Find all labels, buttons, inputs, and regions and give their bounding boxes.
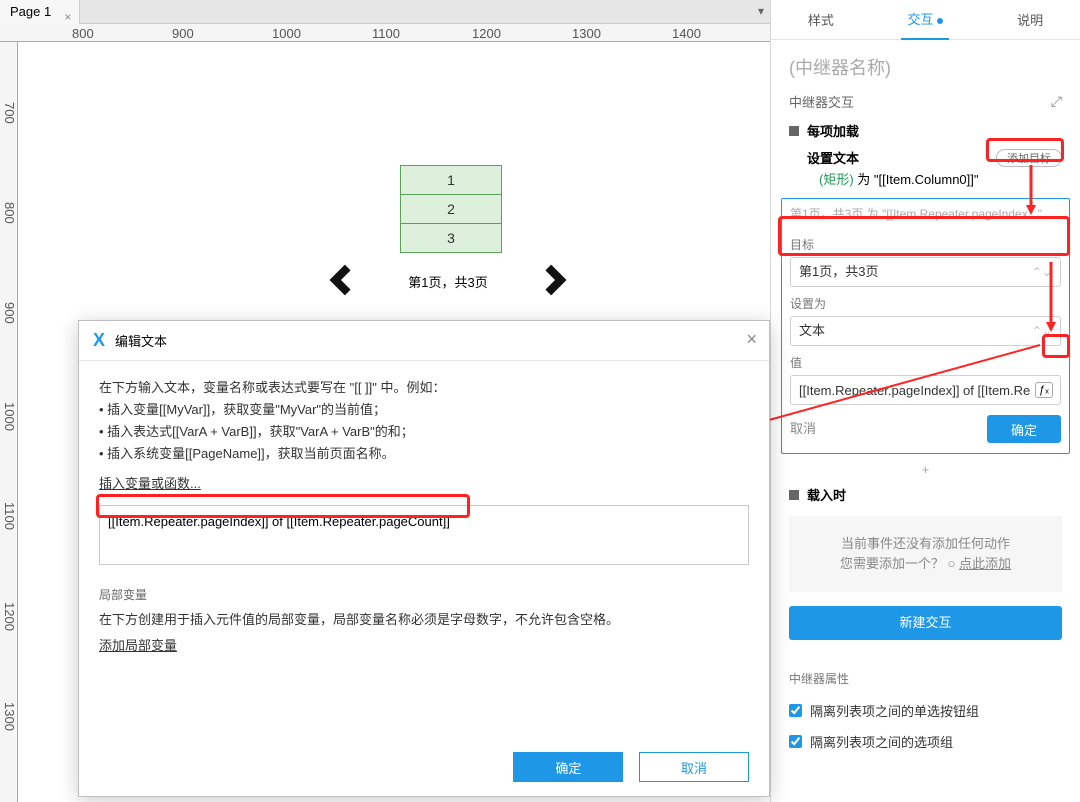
dialog-footer: 确定 取消	[513, 752, 749, 782]
localvar-title: 局部变量	[99, 586, 749, 603]
repeater-cell[interactable]: 2	[400, 194, 502, 224]
setto-select[interactable]: 文本 ⌃⌄	[790, 316, 1061, 346]
pager-row: 第1页，共3页	[318, 257, 578, 306]
section-title: 中继器交互	[789, 92, 854, 111]
tab-interaction-label: 交互	[907, 12, 933, 27]
ok-button[interactable]: 确定	[987, 415, 1061, 443]
label-target: 目标	[790, 236, 1061, 253]
ruler-tick: 1000	[272, 26, 301, 41]
action-edit-footer: 取消 确定	[790, 415, 1061, 443]
ruler-tick: 800	[72, 26, 94, 41]
dialog-titlebar[interactable]: X 编辑文本 ×	[79, 321, 769, 361]
value-input[interactable]	[790, 375, 1061, 405]
document-tabbar: Page 1 × ▾	[0, 0, 770, 24]
ruler-tick: 1400	[672, 26, 701, 41]
ruler-tick: 1100	[372, 26, 400, 41]
target-value: 第1页，共3页	[799, 258, 878, 286]
shape-keyword: (矩形)	[819, 172, 854, 187]
tab-notes[interactable]: 说明	[1011, 0, 1049, 39]
chk-label: 隔离列表项之间的选项组	[810, 732, 953, 751]
ruler-tick: 800	[2, 202, 17, 224]
checkbox[interactable]	[789, 704, 802, 717]
ruler-tick: 700	[2, 102, 17, 124]
action-desc: (矩形) 为 "[[Item.Column0]]"	[771, 169, 1080, 192]
add-action-link[interactable]: 点此添加	[959, 556, 1011, 571]
chk-isolate-radio[interactable]: 隔离列表项之间的单选按钮组	[771, 695, 1080, 726]
chk-isolate-selection[interactable]: 隔离列表项之间的选项组	[771, 726, 1080, 757]
repeater-attr-header: 中继器属性	[771, 652, 1080, 695]
axure-logo-icon: X	[93, 330, 105, 351]
arrow-left-icon[interactable]	[318, 257, 364, 306]
tab-page-1[interactable]: Page 1 ×	[0, 0, 80, 24]
tab-style[interactable]: 样式	[802, 0, 840, 39]
chk-label: 隔离列表项之间的单选按钮组	[810, 701, 979, 720]
fx-button[interactable]: ƒₓ	[1035, 382, 1053, 398]
close-icon[interactable]: ×	[746, 329, 757, 350]
add-action-plus[interactable]: +	[771, 462, 1080, 477]
expression-textarea[interactable]	[99, 505, 749, 565]
page-caption[interactable]: 第1页，共3页	[408, 272, 487, 291]
arrow-right-icon[interactable]	[532, 257, 578, 306]
dialog-intro: 在下方输入文本，变量名称或表达式要写在 "[[ ]]" 中。例如：	[99, 377, 749, 399]
ruler-tick: 1100	[2, 502, 17, 530]
cancel-link[interactable]: 取消	[790, 415, 816, 443]
no-action-line1: 当前事件还没有添加任何动作	[799, 534, 1052, 554]
action-summary-grey: 第1页，共3页 为 "[[Item.Repeater.pageIndex..."	[790, 205, 1061, 228]
event-bullet-icon	[789, 490, 799, 500]
tab-interaction[interactable]: 交互	[901, 0, 949, 40]
event-item-load[interactable]: 每项加载	[771, 117, 1080, 144]
dialog-bullet: • 插入系统变量[[PageName]]，获取当前页面名称。	[99, 443, 749, 465]
ruler-tick: 1200	[2, 602, 17, 631]
action-edit-panel: 第1页，共3页 为 "[[Item.Repeater.pageIndex..."…	[781, 198, 1070, 454]
no-action-placeholder: 当前事件还没有添加任何动作 您需要添加一个？ ○ 点此添加	[789, 516, 1062, 592]
event-onload-label: 载入时	[807, 485, 846, 504]
inspector-panel: 样式 交互 说明 (中继器名称) 中继器交互 ⤢ 每项加载 设置文本 添加目标 …	[770, 0, 1080, 802]
dialog-cancel-button[interactable]: 取消	[639, 752, 749, 782]
event-bullet-icon	[789, 126, 799, 136]
updown-icon: ⌃⌄	[1032, 258, 1052, 286]
ruler-vertical: 700 800 900 1000 1100 1200 1300	[0, 42, 18, 802]
ruler-tick: 1300	[572, 26, 601, 41]
add-target-button[interactable]: 添加目标	[996, 149, 1062, 167]
no-action-line2: 您需要添加一个？	[840, 556, 944, 571]
repeater-widget[interactable]: 1 2 3	[400, 165, 502, 252]
target-select[interactable]: 第1页，共3页 ⌃⌄	[790, 257, 1061, 287]
ruler-tick: 1300	[2, 702, 17, 731]
edit-text-dialog: X 编辑文本 × 在下方输入文本，变量名称或表达式要写在 "[[ ]]" 中。例…	[78, 320, 770, 797]
dialog-bullet: • 插入表达式[[VarA + VarB]]，获取"VarA + VarB"的和…	[99, 421, 749, 443]
tab-label: Page 1	[10, 4, 51, 19]
dialog-bullet: • 插入变量[[MyVar]]，获取变量"MyVar"的当前值；	[99, 399, 749, 421]
localvar-desc: 在下方创建用于插入元件值的局部变量，局部变量名称必须是字母数字，不允许包含空格。	[99, 609, 749, 631]
repeater-cell[interactable]: 1	[400, 165, 502, 195]
chevron-down-icon[interactable]: ▾	[758, 4, 764, 18]
ruler-horizontal: 800 900 1000 1100 1200 1300 1400	[0, 24, 770, 42]
dialog-ok-button[interactable]: 确定	[513, 752, 623, 782]
ruler-tick: 1000	[2, 402, 17, 431]
insert-variable-link[interactable]: 插入变量或函数...	[99, 476, 201, 491]
section-interactions-header: 中继器交互 ⤢	[771, 86, 1080, 117]
setto-value: 文本	[799, 317, 825, 345]
ruler-tick: 900	[2, 302, 17, 324]
event-onload[interactable]: 载入时	[771, 481, 1080, 508]
repeater-cell[interactable]: 3	[400, 223, 502, 253]
dialog-body: 在下方输入文本，变量名称或表达式要写在 "[[ ]]" 中。例如： • 插入变量…	[79, 361, 769, 673]
updown-icon: ⌃⌄	[1032, 317, 1052, 345]
label-value: 值	[790, 354, 1061, 371]
event-label: 每项加载	[807, 121, 859, 140]
new-interaction-button[interactable]: 新建交互	[789, 606, 1062, 640]
tab-indicator-dot	[937, 18, 943, 24]
dialog-title: 编辑文本	[115, 331, 167, 350]
widget-name-placeholder[interactable]: (中继器名称)	[771, 40, 1080, 86]
label-setto: 设置为	[790, 295, 1061, 312]
ruler-tick: 1200	[472, 26, 501, 41]
action-set-text[interactable]: 设置文本 添加目标	[771, 144, 1080, 169]
ruler-tick: 900	[172, 26, 194, 41]
action-desc-tail: 为 "[[Item.Column0]]"	[854, 172, 979, 187]
expand-icon[interactable]: ⤢	[1051, 93, 1062, 110]
action-label: 设置文本	[807, 148, 859, 167]
checkbox[interactable]	[789, 735, 802, 748]
side-tabs: 样式 交互 说明	[771, 0, 1080, 40]
add-localvar-link[interactable]: 添加局部变量	[99, 638, 177, 653]
